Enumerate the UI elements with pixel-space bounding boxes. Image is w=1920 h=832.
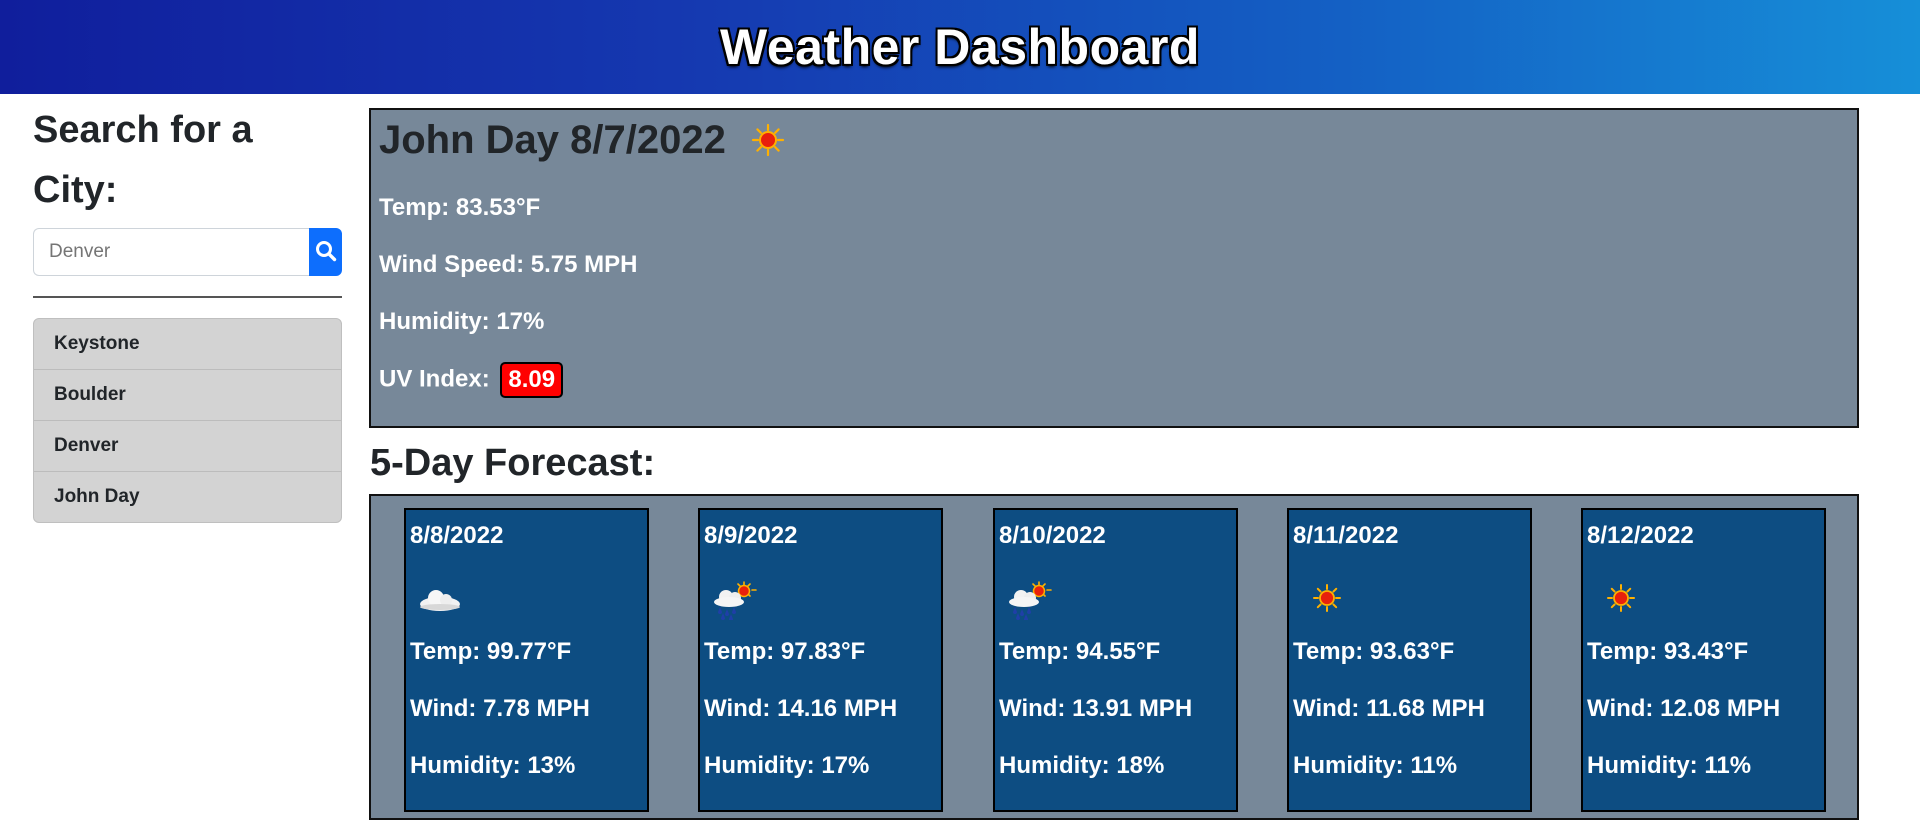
rain-sun-icon bbox=[1005, 580, 1053, 625]
forecast-title: 5-Day Forecast: bbox=[370, 442, 656, 484]
current-city-date: John Day 8/7/2022 bbox=[379, 118, 726, 162]
search-group bbox=[33, 228, 342, 276]
app-title: Weather Dashboard bbox=[720, 19, 1200, 75]
forecast-temp: Temp: 94.55°F bbox=[999, 638, 1161, 665]
current-humidity: Humidity: 17% bbox=[379, 308, 545, 335]
current-weather-panel: John Day 8/7/2022 Temp: 83.53°F Wind Spe… bbox=[369, 108, 1859, 428]
cloud-icon bbox=[416, 580, 464, 621]
forecast-wind: Wind: 7.78 MPH bbox=[410, 695, 590, 722]
sidebar-divider bbox=[33, 296, 342, 298]
forecast-panel: 8/8/2022 Temp: 99.77°F Wind: 7.78 MPH Hu… bbox=[369, 494, 1859, 820]
forecast-wind: Wind: 12.08 MPH bbox=[1587, 695, 1781, 722]
forecast-humidity: Humidity: 11% bbox=[1293, 752, 1458, 779]
forecast-humidity: Humidity: 18% bbox=[999, 752, 1165, 779]
forecast-date: 8/11/2022 bbox=[1293, 522, 1399, 549]
forecast-humidity: Humidity: 11% bbox=[1587, 752, 1752, 779]
history-item-denver[interactable]: Denver bbox=[34, 421, 341, 472]
current-wind: Wind Speed: 5.75 MPH bbox=[379, 251, 638, 278]
forecast-wind: Wind: 11.68 MPH bbox=[1293, 695, 1485, 722]
uv-index-badge: 8.09 bbox=[500, 362, 564, 398]
forecast-temp: Temp: 93.63°F bbox=[1293, 638, 1455, 665]
search-title: Search for a City: bbox=[33, 109, 253, 211]
app-header: Weather Dashboard bbox=[0, 0, 1920, 94]
history-item-john-day[interactable]: John Day bbox=[34, 472, 341, 522]
current-uv-row: UV Index: 8.09 bbox=[379, 362, 564, 398]
forecast-date: 8/8/2022 bbox=[410, 522, 504, 549]
forecast-card: 8/10/2022 Temp: 94.55°F Wind: 13.91 MPH … bbox=[993, 508, 1238, 812]
forecast-card: 8/9/2022 Temp: 97.83°F Wind: 14.16 MPH H… bbox=[698, 508, 943, 812]
forecast-humidity: Humidity: 13% bbox=[410, 752, 576, 779]
forecast-wind: Wind: 13.91 MPH bbox=[999, 695, 1193, 722]
search-button[interactable] bbox=[309, 228, 342, 276]
city-search-input[interactable] bbox=[33, 228, 309, 276]
forecast-temp: Temp: 97.83°F bbox=[704, 638, 866, 665]
forecast-date: 8/12/2022 bbox=[1587, 522, 1694, 549]
sun-icon bbox=[750, 122, 786, 163]
forecast-date: 8/10/2022 bbox=[999, 522, 1106, 549]
rain-sun-icon bbox=[710, 580, 758, 625]
forecast-card: 8/8/2022 Temp: 99.77°F Wind: 7.78 MPH Hu… bbox=[404, 508, 649, 812]
history-item-boulder[interactable]: Boulder bbox=[34, 370, 341, 421]
search-icon bbox=[315, 240, 337, 265]
forecast-card: 8/11/2022 Temp: 93.63°F Wind: 11.68 MPH … bbox=[1287, 508, 1532, 812]
forecast-date: 8/9/2022 bbox=[704, 522, 798, 549]
forecast-wind: Wind: 14.16 MPH bbox=[704, 695, 898, 722]
sun-icon bbox=[1299, 580, 1347, 621]
forecast-humidity: Humidity: 17% bbox=[704, 752, 870, 779]
search-history-list: Keystone Boulder Denver John Day bbox=[33, 318, 342, 523]
current-title-row: John Day 8/7/2022 bbox=[379, 118, 786, 163]
current-temp: Temp: 83.53°F bbox=[379, 194, 541, 221]
forecast-card: 8/12/2022 Temp: 93.43°F Wind: 12.08 MPH … bbox=[1581, 508, 1826, 812]
uv-label: UV Index: bbox=[379, 365, 490, 393]
forecast-temp: Temp: 93.43°F bbox=[1587, 638, 1749, 665]
sun-icon bbox=[1593, 580, 1641, 621]
forecast-temp: Temp: 99.77°F bbox=[410, 638, 572, 665]
history-item-keystone[interactable]: Keystone bbox=[34, 319, 341, 370]
main-area: Search for a City: Keystone Boulder Denv… bbox=[0, 94, 1920, 832]
sidebar: Search for a City: Keystone Boulder Denv… bbox=[33, 94, 342, 523]
